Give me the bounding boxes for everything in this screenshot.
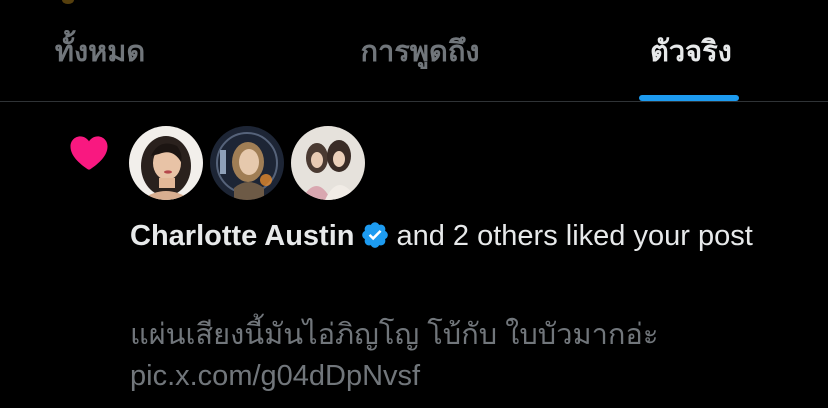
avatar-charlotte-austin[interactable]: [129, 126, 203, 200]
notifications-page: ทั้งหมด การพูดถึง ตัวจริง Charlotte Aust…: [0, 0, 828, 408]
tab-all-label: ทั้งหมด: [54, 35, 146, 68]
avatar-user-2[interactable]: [210, 126, 284, 200]
tab-mentions[interactable]: การพูดถึง: [290, 0, 550, 101]
notifications-tabbar: ทั้งหมด การพูดถึง ตัวจริง: [0, 0, 828, 102]
avatar-group: [129, 126, 365, 202]
actor-name[interactable]: Charlotte Austin: [130, 220, 354, 252]
active-tab-indicator: [639, 95, 739, 101]
heart-icon: [70, 136, 108, 170]
like-notification[interactable]: Charlotte Austin and 2 others liked your …: [0, 102, 828, 408]
action-text: and 2 others liked your post: [396, 220, 753, 252]
tab-verified[interactable]: ตัวจริง: [550, 0, 828, 101]
tab-all[interactable]: ทั้งหมด: [0, 0, 290, 101]
notification-text: Charlotte Austin and 2 others liked your …: [130, 215, 790, 257]
post-preview[interactable]: แผ่นเสียงนี้มันไอ่ภิญโญ โบ้กับ ใบบัวมากอ…: [130, 315, 800, 397]
avatar-user-3[interactable]: [291, 126, 365, 200]
verified-badge-icon: [362, 222, 389, 248]
tab-mentions-label: การพูดถึง: [360, 35, 480, 68]
tab-verified-label: ตัวจริง: [650, 35, 732, 68]
